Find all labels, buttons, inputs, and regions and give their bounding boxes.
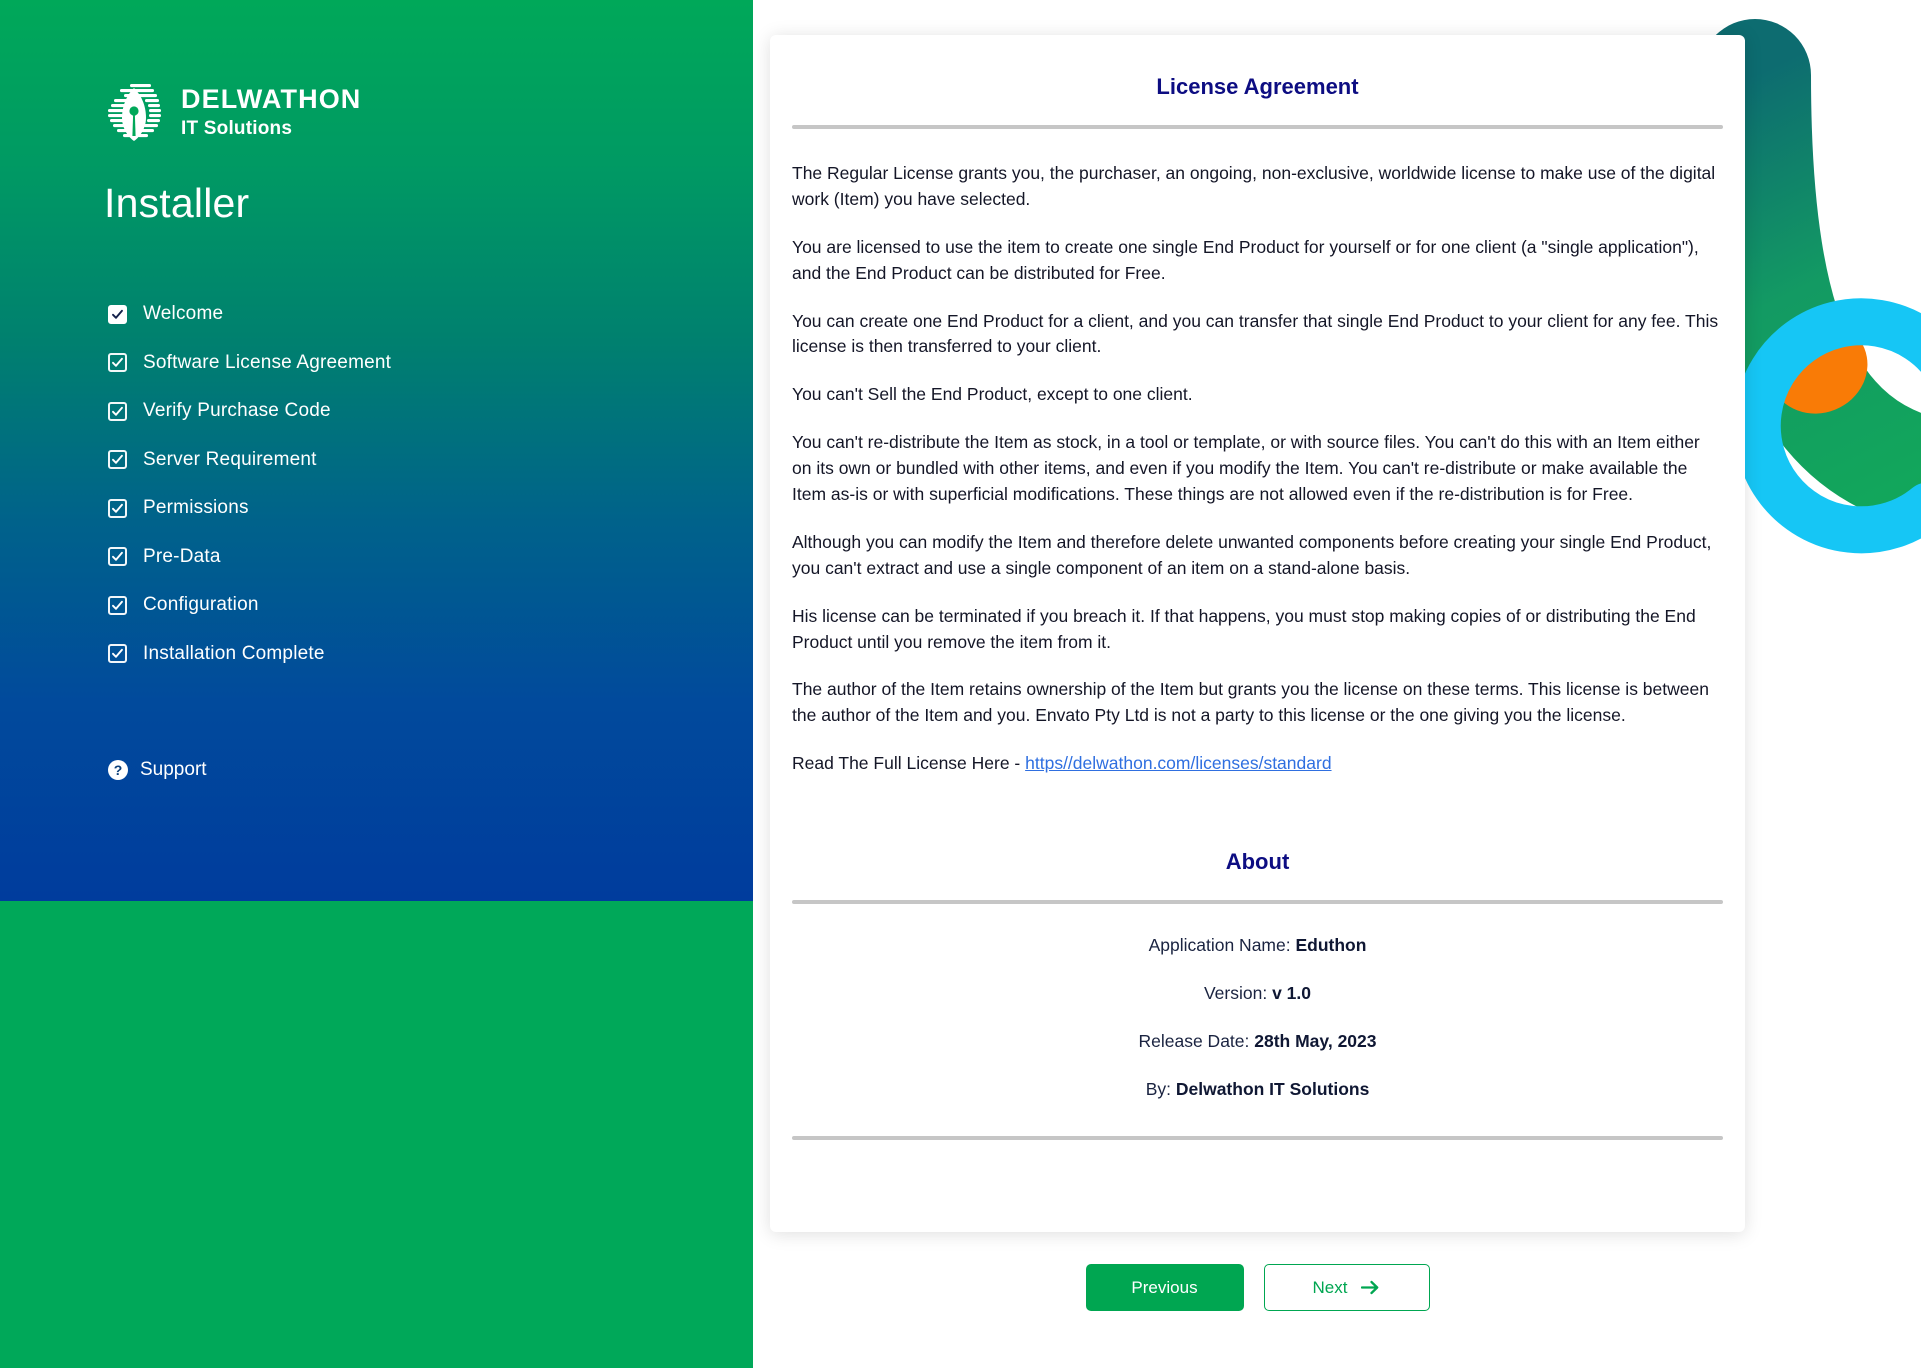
sidebar-step-verify-purchase-code[interactable]: Verify Purchase Code [108, 387, 391, 436]
wizard-footer: Previous Next [770, 1264, 1745, 1311]
license-paragraph: You can't Sell the End Product, except t… [792, 384, 1193, 405]
sidebar-step-configuration[interactable]: Configuration [108, 581, 391, 630]
sidebar-step-server-requirement[interactable]: Server Requirement [108, 436, 391, 485]
brand-logo: DELWATHON IT Solutions [104, 82, 361, 142]
about-row: Version: v 1.0 [792, 983, 1723, 1004]
next-button-label: Next [1312, 1277, 1348, 1297]
license-paragraph: His license can be terminated if you bre… [792, 605, 1696, 652]
step-checkbox[interactable] [108, 304, 127, 324]
full-license-link[interactable]: https//delwathon.com/licenses/standard [1025, 753, 1331, 773]
step-label: Permissions [143, 497, 249, 519]
step-checkbox[interactable] [108, 595, 127, 615]
brand-subtitle: IT Solutions [181, 118, 293, 139]
check-icon [112, 455, 123, 464]
support-label: Support [140, 759, 207, 780]
page-title: Installer [104, 180, 250, 226]
license-card: License Agreement The Regular License gr… [770, 35, 1745, 1232]
step-label: Verify Purchase Code [143, 400, 331, 422]
step-label: Software License Agreement [143, 351, 392, 373]
license-paragraph: The author of the Item retains ownership… [792, 679, 1709, 726]
about-row-label: Version: [1203, 983, 1273, 1004]
about-row-value: Delwathon IT Solutions [1175, 1079, 1370, 1100]
license-paragraph: The Regular License grants you, the purc… [792, 163, 1716, 209]
about-title: About [1225, 849, 1290, 875]
question-mark-circle-icon: ? [108, 760, 128, 780]
check-icon [112, 358, 123, 367]
cyan-arc-shape [1733, 298, 1921, 554]
green-curve-shape [1699, 19, 1921, 530]
about-row-label: By: [1145, 1079, 1176, 1100]
step-label: Welcome [143, 303, 224, 325]
sidebar-item-support[interactable]: ? Support [108, 759, 207, 781]
delwathon-pen-nib-logo-icon [108, 84, 161, 141]
installer-steps-list: Welcome Software License Agreement Verify … [108, 290, 391, 678]
step-checkbox[interactable] [108, 401, 127, 421]
check-icon [112, 600, 123, 610]
sidebar-step-software-license-agreement[interactable]: Software License Agreement [108, 339, 391, 388]
about-row: Release Date: 28th May, 2023 [792, 1031, 1723, 1052]
arrow-right-icon [1361, 1280, 1379, 1295]
about-list: Application Name: Eduthon Version: v 1.0 R… [770, 935, 1745, 1100]
previous-button[interactable]: Previous [1085, 1264, 1244, 1311]
license-paragraph: Although you can modify the Item and the… [792, 531, 1712, 578]
about-row-value: 28th May, 2023 [1254, 1031, 1377, 1052]
about-row: By: Delwathon IT Solutions [792, 1079, 1723, 1100]
sidebar-step-permissions[interactable]: Permissions [108, 484, 391, 533]
about-row-label: Release Date: [1138, 1031, 1255, 1052]
check-icon [112, 552, 123, 561]
license-paragraph: You can create one End Product for a cli… [792, 310, 1719, 357]
brand-name: DELWATHON [181, 84, 362, 114]
sidebar-step-pre-data[interactable]: Pre-Data [108, 533, 391, 582]
license-title: License Agreement [1156, 74, 1359, 99]
about-row-label: Application Name: [1148, 935, 1296, 956]
about-divider [792, 900, 1723, 905]
step-checkbox[interactable] [108, 644, 127, 664]
license-text-body: The Regular License grants you, the purc… [770, 129, 1745, 777]
sidebar-step-welcome[interactable]: Welcome [108, 290, 391, 339]
step-label: Installation Complete [143, 642, 325, 664]
previous-button-label: Previous [1131, 1277, 1198, 1297]
step-checkbox[interactable] [108, 498, 127, 518]
about-row: Application Name: Eduthon [792, 935, 1723, 956]
step-checkbox[interactable] [108, 450, 127, 470]
check-icon [112, 503, 123, 513]
step-label: Configuration [143, 594, 259, 616]
check-icon [112, 309, 123, 319]
about-row-value: v 1.0 [1272, 983, 1312, 1004]
check-icon [112, 406, 123, 416]
check-icon [112, 649, 123, 658]
step-checkbox[interactable] [108, 547, 127, 567]
step-label: Server Requirement [143, 448, 317, 470]
installer-page: DELWATHON IT Solutions Installer Welcome… [0, 0, 1921, 1368]
step-label: Pre-Data [143, 545, 221, 567]
about-row-value: Eduthon [1295, 935, 1367, 956]
orange-blob-shape [1768, 320, 1868, 414]
step-checkbox[interactable] [108, 353, 127, 373]
about-bottom-divider [792, 1136, 1723, 1141]
sidebar: DELWATHON IT Solutions Installer Welcome… [0, 0, 753, 1368]
license-paragraph: You can't re-distribute the Item as stoc… [792, 432, 1700, 505]
next-button[interactable]: Next [1263, 1264, 1430, 1311]
full-license-prefix: Read The Full License Here - [792, 753, 1026, 774]
full-license-line: Read The Full License Here - https//delw… [792, 751, 1723, 777]
sidebar-step-installation-complete[interactable]: Installation Complete [108, 630, 391, 679]
license-paragraph: You are licensed to use the item to crea… [792, 236, 1699, 283]
